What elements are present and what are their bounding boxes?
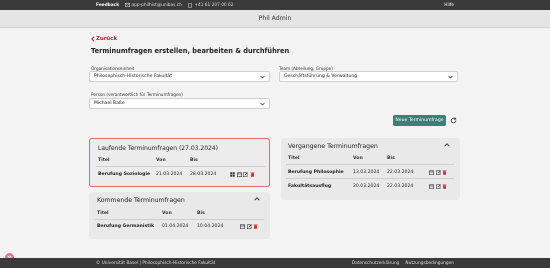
trash-icon[interactable] [442,170,447,175]
trash-icon[interactable] [442,184,447,189]
person-value: Michael Baße [94,101,125,106]
edit-icon[interactable] [246,224,252,229]
phone-link[interactable]: +41 61 207 00 62 [188,2,234,8]
phone-icon [188,2,193,8]
past-surveys-panel: Vergangene Terminumfragen Titel Von Bis … [281,138,460,200]
row-to: 28.03.2024 [190,172,217,177]
chevron-down-icon [260,102,265,106]
chevron-down-icon [260,75,265,79]
row-title: Fakultätsausflug [288,184,332,189]
person-label: Person (verantwortlich für Terminumfrage… [91,92,183,97]
privacy-link[interactable]: Datenschutzerklärung [352,261,400,266]
footer-links: Datenschutzerklärung Nutzungsbedingungen [352,261,454,266]
header-divider [96,166,265,167]
person-select[interactable]: Michael Baße [89,98,270,109]
back-link[interactable]: Zurück [91,36,463,42]
row-actions [429,170,447,175]
app-titlebar: Phil Admin [0,10,550,28]
calendar-icon[interactable] [240,224,245,229]
grid-icon[interactable] [230,172,235,177]
chevron-up-icon[interactable] [444,143,450,147]
footer-copyright: © Universität Basel | Philosophisch-Hist… [96,260,216,266]
header-divider [286,164,454,165]
edit-icon[interactable] [243,172,248,177]
edit-icon[interactable] [435,184,441,189]
upcoming-title: Kommende Terminumfragen [97,197,185,204]
trash-icon[interactable] [253,224,258,229]
email-link[interactable]: app-philhist@unibas.ch [125,3,182,8]
mail-icon [125,3,131,8]
row-from: 13.03.2024 [353,170,380,175]
top-bar: Feedback app-philhist@unibas.ch +41 61 2… [0,0,550,10]
row-title: Berufung Philosophie [288,170,344,175]
email-text: app-philhist@unibas.ch [131,2,182,8]
back-label: Zurück [96,36,118,42]
col-to: Bis [387,156,395,161]
main-content: Zurück Terminumfragen erstellen, bearbei… [91,36,463,55]
edit-icon[interactable] [435,170,441,175]
col-title: Titel [288,156,300,161]
running-surveys-panel: Laufende Terminumfragen (27.03.2024) Tit… [89,138,270,187]
row-title: Berufung Germanistik [97,224,155,229]
calendar-icon[interactable] [429,184,434,189]
team-value: Geschäftsführung & Verwaltung [284,74,358,79]
row-actions [429,184,447,189]
footer: © Universität Basel | Philosophisch-Hist… [0,258,550,268]
phone-text: +41 61 207 00 62 [194,2,234,8]
page-title: Terminumfragen erstellen, bearbeiten & d… [91,47,290,55]
calendar-icon[interactable] [429,170,434,175]
col-title: Titel [98,158,110,163]
col-title: Titel [97,211,109,216]
row-actions [230,172,255,177]
calendar-icon[interactable] [236,172,242,177]
org-select[interactable]: Philosophisch-Historische Fakultät [89,71,270,82]
chevron-down-icon [448,75,453,79]
row-title: Berufung Soziologie [98,172,151,177]
col-to: Bis [190,158,198,163]
app-title: Phil Admin [258,15,292,22]
trash-icon[interactable] [250,172,255,177]
col-from: Von [353,156,363,161]
chevron-left-icon [91,36,95,42]
row-to: 10.04.2024 [197,224,224,229]
running-title: Laufende Terminumfragen (27.03.2024) [98,145,218,152]
past-title: Vergangene Terminumfragen [288,143,378,150]
chevron-up-icon[interactable] [254,197,260,201]
refresh-icon[interactable] [449,116,457,125]
row-divider [286,178,454,179]
col-from: Von [162,211,172,216]
col-to: Bis [197,211,205,216]
row-from: 01.04.2024 [162,224,189,229]
row-from: 20.03.2024 [353,184,380,189]
row-actions [240,224,258,229]
row-from: 21.03.2024 [156,172,183,177]
org-value: Philosophisch-Historische Fakultät [94,74,173,79]
row-to: 22.03.2024 [387,170,414,175]
new-survey-button[interactable]: Neue Terminumfrage [393,115,446,126]
terms-link[interactable]: Nutzungsbedingungen [405,261,454,266]
feedback-link[interactable]: Feedback [96,3,119,8]
help-link[interactable]: Hilfe [444,0,454,10]
header-divider [95,219,264,220]
col-from: Von [156,158,166,163]
team-select[interactable]: Geschäftsführung & Verwaltung [279,71,458,82]
upcoming-surveys-panel: Kommende Terminumfragen Titel Von Bis Be… [89,192,270,239]
row-to: 22.03.2024 [387,184,414,189]
